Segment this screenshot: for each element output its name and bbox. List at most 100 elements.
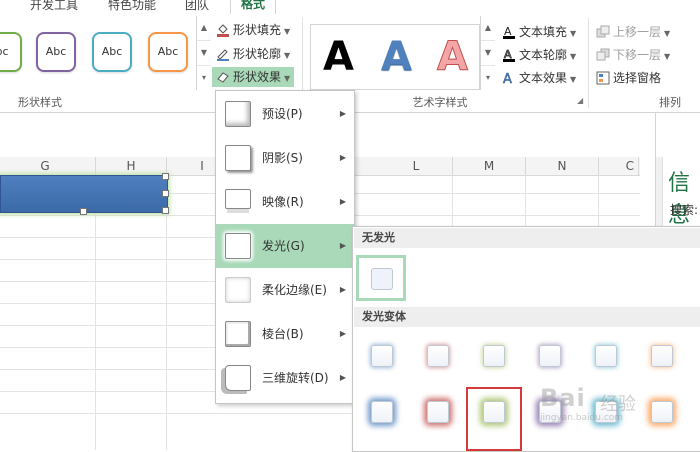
shape-outline-button[interactable]: 形状轮廓 ▼ [216, 44, 290, 64]
resize-handle[interactable] [162, 207, 169, 214]
gallery-down-icon[interactable]: ▼ [197, 41, 211, 66]
glow-variant-swatch [427, 401, 449, 423]
menu-item-bevel[interactable]: 棱台(B) ▶ [216, 312, 354, 356]
shape-style-gallery-scroller[interactable]: ▲ ▼ ▾ [196, 16, 211, 90]
glow-variant-swatch [651, 401, 673, 423]
menu-item-preset[interactable]: 预设(P) ▶ [216, 92, 354, 136]
dropdown-caret-icon: ▼ [284, 51, 291, 60]
dropdown-caret-icon: ▼ [570, 52, 577, 61]
resize-handle[interactable] [162, 190, 169, 197]
group-label-shape-styles: 形状样式 [18, 96, 62, 109]
tab-developer[interactable]: 开发工具 [30, 0, 78, 14]
tab-team[interactable]: 团队 [185, 0, 209, 14]
pane-search-label: 搜索: [670, 203, 699, 217]
shape-fill-button[interactable]: 形状填充 ▼ [216, 20, 290, 40]
glow-variant-option[interactable] [475, 337, 513, 375]
tab-special-features[interactable]: 特色功能 [108, 0, 156, 14]
preset-thumb-icon [225, 101, 251, 127]
watermark-logo: Bai [540, 384, 586, 412]
gallery-more-icon[interactable]: ▾ [481, 66, 495, 90]
glow-variant-swatch [371, 345, 393, 367]
pane-title: 信息 [668, 171, 691, 228]
glow-variant-option[interactable] [531, 337, 569, 375]
shape-effects-button[interactable]: 形状效果 ▼ [212, 67, 295, 87]
gallery-down-icon[interactable]: ▼ [481, 41, 495, 66]
dropdown-caret-icon: ▼ [570, 75, 577, 84]
glow-variant-option[interactable] [419, 337, 457, 375]
shape-effects-menu: 预设(P) ▶ 阴影(S) ▶ 映像(R) ▶ 发光(G) ▶ 柔化边缘(E) … [215, 90, 355, 404]
menu-item-shadow[interactable]: 阴影(S) ▶ [216, 136, 354, 180]
resize-handle[interactable] [80, 208, 87, 215]
submenu-arrow-icon: ▶ [339, 241, 346, 250]
dialog-launcher-icon[interactable]: ◢ [577, 96, 583, 105]
3d-rotation-thumb-icon [225, 365, 251, 391]
glow-thumb-icon [225, 233, 251, 259]
highlight-box [466, 387, 522, 451]
wordart-gallery-scroller[interactable]: ▲ ▼ ▾ [480, 16, 495, 90]
submenu-arrow-icon: ▶ [339, 373, 346, 382]
group-label-arrange: 排列 [659, 96, 681, 109]
glow-variant-swatch [483, 345, 505, 367]
menu-item-3d-rotation[interactable]: 三维旋转(D) ▶ [216, 356, 354, 400]
column-header-g[interactable]: G [0, 157, 96, 175]
svg-text:A: A [503, 72, 512, 85]
menu-item-reflection[interactable]: 映像(R) ▶ [216, 180, 354, 224]
text-outline-button[interactable]: A 文本轮廓 ▼ [502, 45, 576, 65]
glow-variant-swatch [427, 345, 449, 367]
no-glow-swatch [371, 268, 393, 290]
shape-effects-icon [216, 70, 230, 84]
gridline [166, 175, 167, 450]
send-backward-icon [596, 48, 610, 62]
submenu-section-no-glow: 无发光 [354, 228, 700, 248]
menu-item-soft-edges[interactable]: 柔化边缘(E) ▶ [216, 268, 354, 312]
shape-style-swatch-2[interactable]: Abc [36, 32, 76, 72]
text-fill-button[interactable]: A 文本填充 ▼ [502, 22, 576, 42]
glow-variant-swatch [371, 401, 393, 423]
bring-forward-icon [596, 25, 610, 39]
column-header-h[interactable]: H [96, 157, 167, 175]
glow-variant-option[interactable] [643, 337, 681, 375]
submenu-arrow-icon: ▶ [339, 329, 346, 338]
wordart-style-red-outline[interactable]: A [437, 25, 469, 89]
gallery-more-icon[interactable]: ▾ [197, 66, 211, 90]
column-header-n[interactable]: N [526, 157, 599, 175]
wordart-style-gallery[interactable]: A A A [310, 24, 480, 90]
column-header-o[interactable]: C [599, 157, 639, 175]
gallery-up-icon[interactable]: ▲ [197, 16, 211, 41]
submenu-arrow-icon: ▶ [339, 109, 346, 118]
selection-pane-icon [596, 71, 610, 85]
shape-style-swatch-1[interactable]: bc [0, 32, 22, 72]
column-header-m[interactable]: M [453, 157, 526, 175]
glow-variant-swatch [539, 345, 561, 367]
column-header-l[interactable]: L [380, 157, 453, 175]
text-effects-button[interactable]: A 文本效果 ▼ [502, 68, 576, 88]
resize-handle[interactable] [162, 173, 169, 180]
send-backward-button[interactable]: 下移一层 ▼ [596, 45, 670, 65]
glow-variant-option[interactable] [363, 393, 401, 431]
glow-variant-swatch [651, 345, 673, 367]
shape-style-swatch-3[interactable]: Abc [92, 32, 132, 72]
bring-forward-button[interactable]: 上移一层 ▼ [596, 22, 670, 42]
gallery-up-icon[interactable]: ▲ [481, 16, 495, 41]
submenu-section-glow-variants: 发光变体 [354, 307, 700, 327]
watermark-url: jingyan.baidu.com [540, 413, 624, 423]
selection-pane-button[interactable]: 选择窗格 [596, 68, 661, 88]
shadow-thumb-icon [225, 145, 251, 171]
pen-outline-icon [216, 47, 230, 61]
wordart-style-blue[interactable]: A [381, 25, 412, 89]
wordart-style-black[interactable]: A [323, 25, 354, 89]
no-glow-option[interactable] [356, 255, 406, 301]
dropdown-caret-icon: ▼ [284, 27, 291, 36]
dropdown-caret-icon: ▼ [664, 52, 671, 61]
menu-item-glow[interactable]: 发光(G) ▶ [216, 224, 354, 268]
glow-variant-option[interactable] [363, 337, 401, 375]
group-divider [588, 18, 589, 108]
text-fill-icon: A [502, 25, 516, 39]
glow-variant-option[interactable] [587, 337, 625, 375]
shape-style-swatch-4[interactable]: Abc [148, 32, 188, 72]
glow-variant-option[interactable] [419, 393, 457, 431]
dropdown-caret-icon: ▼ [284, 74, 291, 83]
submenu-arrow-icon: ▶ [339, 197, 346, 206]
group-label-wordart-styles: 艺术字样式 [412, 96, 468, 109]
glow-variant-option[interactable] [643, 393, 681, 431]
